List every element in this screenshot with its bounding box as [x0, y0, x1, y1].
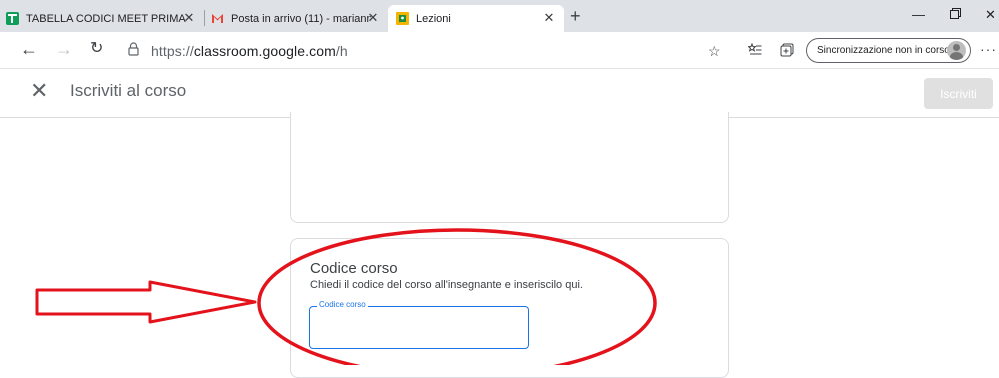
join-class-header: ✕ Iscriviti al corso Iscriviti	[0, 69, 999, 118]
window-close-icon[interactable]: ✕	[985, 7, 996, 23]
url-host: classroom.google.com	[193, 43, 336, 59]
course-code-card: Codice corso Chiedi il codice del corso …	[290, 238, 729, 378]
close-tab-icon[interactable]: ✕	[542, 11, 556, 25]
new-tab-icon[interactable]: +	[570, 7, 581, 25]
course-code-title: Codice corso	[310, 260, 398, 277]
tab-title: TABELLA CODICI MEET PRIMARI...	[26, 12, 186, 25]
more-options-icon[interactable]: ···	[980, 41, 997, 57]
close-tab-icon[interactable]: ✕	[182, 11, 196, 25]
url-path: /h	[335, 43, 348, 59]
course-code-instructions: Chiedi il codice del corso all'insegnant…	[310, 279, 583, 291]
collections-icon[interactable]	[780, 43, 794, 60]
lock-icon[interactable]	[128, 42, 139, 61]
browser-tab-strip: TABELLA CODICI MEET PRIMARI... ✕ Posta i…	[0, 0, 999, 32]
minimize-icon[interactable]: —	[912, 7, 925, 22]
url-scheme: https://	[151, 43, 194, 59]
restore-icon[interactable]	[950, 7, 961, 22]
close-icon[interactable]: ✕	[30, 80, 48, 102]
address-toolbar: ← → ↻ https://classroom.google.com/h ☆ S…	[0, 32, 999, 69]
url-field[interactable]: https://classroom.google.com/h	[151, 43, 348, 59]
sync-status-button[interactable]: Sincronizzazione non in corso	[806, 38, 971, 63]
gmail-icon	[211, 12, 224, 25]
close-tab-icon[interactable]: ✕	[366, 11, 380, 25]
course-code-field-label: Codice corso	[317, 300, 368, 309]
back-arrow-icon[interactable]: ←	[20, 40, 38, 58]
join-button[interactable]: Iscriviti	[924, 78, 993, 109]
reload-icon[interactable]: ↻	[90, 40, 103, 58]
course-code-input[interactable]	[309, 306, 529, 349]
account-card	[290, 112, 729, 223]
tab-classroom[interactable]: Lezioni ✕	[388, 5, 564, 32]
sheets-icon	[6, 12, 19, 25]
classroom-icon	[396, 12, 409, 25]
page-title: Iscriviti al corso	[70, 81, 187, 100]
red-arrow-annotation	[35, 280, 257, 324]
favorites-list-icon[interactable]	[747, 42, 762, 59]
tab-separator	[204, 10, 205, 26]
profile-avatar-icon	[947, 41, 966, 60]
favorite-star-icon[interactable]: ☆	[708, 43, 721, 60]
tab-gmail[interactable]: Posta in arrivo (11) - marianna.p... ✕	[211, 5, 386, 32]
forward-arrow-icon[interactable]: →	[55, 40, 73, 58]
tab-title: Posta in arrivo (11) - marianna.p...	[231, 12, 371, 25]
tab-sheets[interactable]: TABELLA CODICI MEET PRIMARI... ✕	[6, 5, 202, 32]
tab-title: Lezioni	[416, 12, 451, 25]
sync-status-label: Sincronizzazione non in corso	[817, 45, 950, 56]
